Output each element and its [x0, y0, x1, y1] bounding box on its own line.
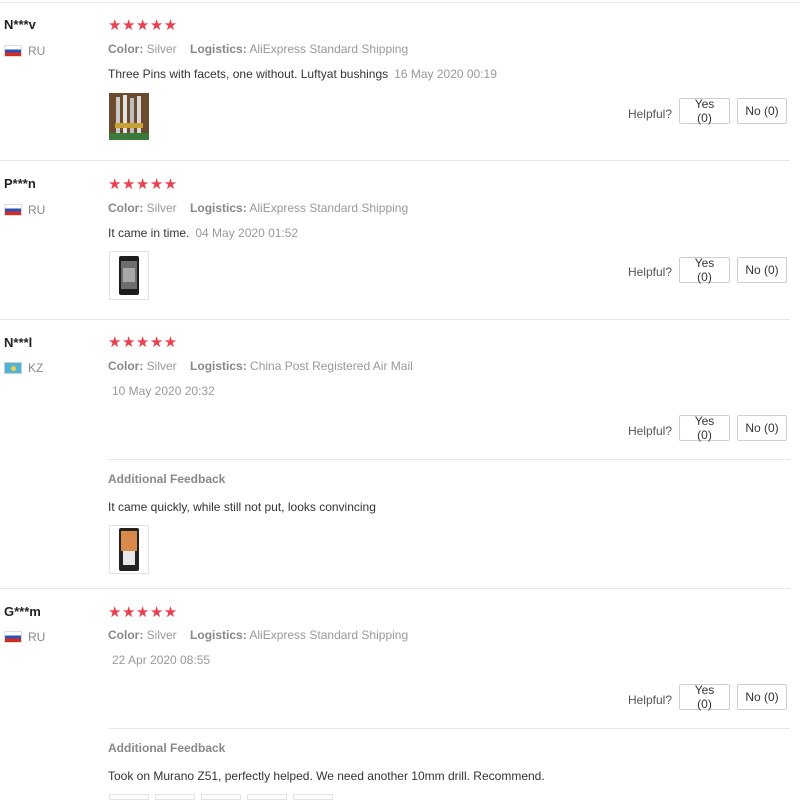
logistics-label: Logistics:: [190, 201, 247, 215]
review-photo[interactable]: [201, 794, 241, 800]
review-text: Three Pins with facets, one without. Luf…: [108, 67, 497, 81]
logistics-value: AliExpress Standard Shipping: [249, 42, 409, 56]
reviewer-country: RU: [4, 203, 45, 217]
sku-info: Color: Silver Logistics: China Post Regi…: [108, 359, 413, 373]
review-photo[interactable]: [109, 794, 149, 800]
review-date: 22 Apr 2020 08:55: [112, 653, 211, 667]
star-rating: ★★★★★: [108, 17, 178, 34]
logistics-value: China Post Registered Air Mail: [250, 359, 413, 373]
color-label: Color:: [108, 42, 144, 56]
star-rating: ★★★★★: [108, 604, 178, 621]
helpful-no-button[interactable]: No (0): [737, 415, 787, 441]
helpful-yes-button[interactable]: Yes (0): [679, 256, 730, 284]
sku-info: Color: Silver Logistics: AliExpress Stan…: [108, 42, 408, 56]
logistics-value: AliExpress Standard Shipping: [249, 201, 409, 215]
additional-feedback-heading: Additional Feedback: [108, 472, 226, 486]
reviewer-name: P***n: [4, 176, 36, 191]
review-divider: [0, 319, 790, 320]
reviewer-name: G***m: [4, 604, 41, 619]
review-body: Three Pins with facets, one without. Luf…: [108, 67, 389, 81]
country-code: RU: [28, 44, 46, 58]
color-value: Silver: [146, 201, 177, 215]
country-code: RU: [28, 630, 46, 644]
color-value: Silver: [146, 359, 177, 373]
review-divider: [0, 588, 790, 589]
color-value: Silver: [146, 42, 177, 56]
helpful-label: Helpful?: [627, 107, 672, 121]
helpful-label: Helpful?: [627, 424, 672, 438]
logistics-label: Logistics:: [190, 359, 247, 373]
country-code: RU: [28, 203, 46, 217]
additional-feedback-divider: [108, 728, 790, 729]
review-body: It came in time.: [108, 226, 190, 240]
review-photo[interactable]: [155, 794, 195, 800]
logistics-label: Logistics:: [190, 628, 247, 642]
reviewer-country: KZ: [4, 361, 43, 375]
review-photo[interactable]: [109, 93, 149, 140]
review-photo[interactable]: [109, 525, 149, 574]
helpful-yes-button[interactable]: Yes (0): [679, 683, 730, 711]
russia-flag-icon: [4, 631, 22, 643]
helpful-no-button[interactable]: No (0): [737, 98, 787, 124]
star-rating: ★★★★★: [108, 176, 178, 193]
color-value: Silver: [146, 628, 177, 642]
logistics-label: Logistics:: [190, 42, 247, 56]
color-label: Color:: [108, 359, 144, 373]
review-text: It came in time. 04 May 2020 01:52: [108, 226, 298, 240]
helpful-yes-button[interactable]: Yes (0): [679, 414, 730, 442]
logistics-value: AliExpress Standard Shipping: [249, 628, 409, 642]
kazakhstan-flag-icon: [4, 362, 22, 374]
review-divider: [0, 160, 790, 161]
review-photo[interactable]: [293, 794, 333, 800]
helpful-no-button[interactable]: No (0): [737, 257, 787, 283]
top-divider: [0, 2, 800, 3]
additional-feedback-text: Took on Murano Z51, perfectly helped. We…: [108, 769, 545, 783]
helpful-label: Helpful?: [627, 693, 672, 707]
review-photo[interactable]: [247, 794, 287, 800]
review-photo[interactable]: [109, 251, 149, 300]
additional-feedback-divider: [108, 459, 790, 460]
reviewer-name: N***l: [4, 335, 33, 350]
review-date: 10 May 2020 20:32: [112, 384, 215, 398]
helpful-label: Helpful?: [627, 265, 672, 279]
color-label: Color:: [108, 628, 144, 642]
review-date: 16 May 2020 00:19: [394, 67, 497, 81]
star-rating: ★★★★★: [108, 334, 178, 351]
helpful-no-button[interactable]: No (0): [737, 684, 787, 710]
color-label: Color:: [108, 201, 144, 215]
additional-feedback-text: It came quickly, while still not put, lo…: [108, 500, 376, 514]
sku-info: Color: Silver Logistics: AliExpress Stan…: [108, 201, 408, 215]
country-code: KZ: [28, 361, 44, 375]
review-date: 04 May 2020 01:52: [195, 226, 299, 240]
reviewer-country: RU: [4, 630, 45, 644]
russia-flag-icon: [4, 45, 22, 57]
sku-info: Color: Silver Logistics: AliExpress Stan…: [108, 628, 408, 642]
russia-flag-icon: [4, 204, 22, 216]
additional-feedback-heading: Additional Feedback: [108, 741, 226, 755]
reviewer-name: N***v: [4, 17, 36, 32]
reviewer-country: RU: [4, 44, 45, 58]
helpful-yes-button[interactable]: Yes (0): [679, 97, 730, 125]
